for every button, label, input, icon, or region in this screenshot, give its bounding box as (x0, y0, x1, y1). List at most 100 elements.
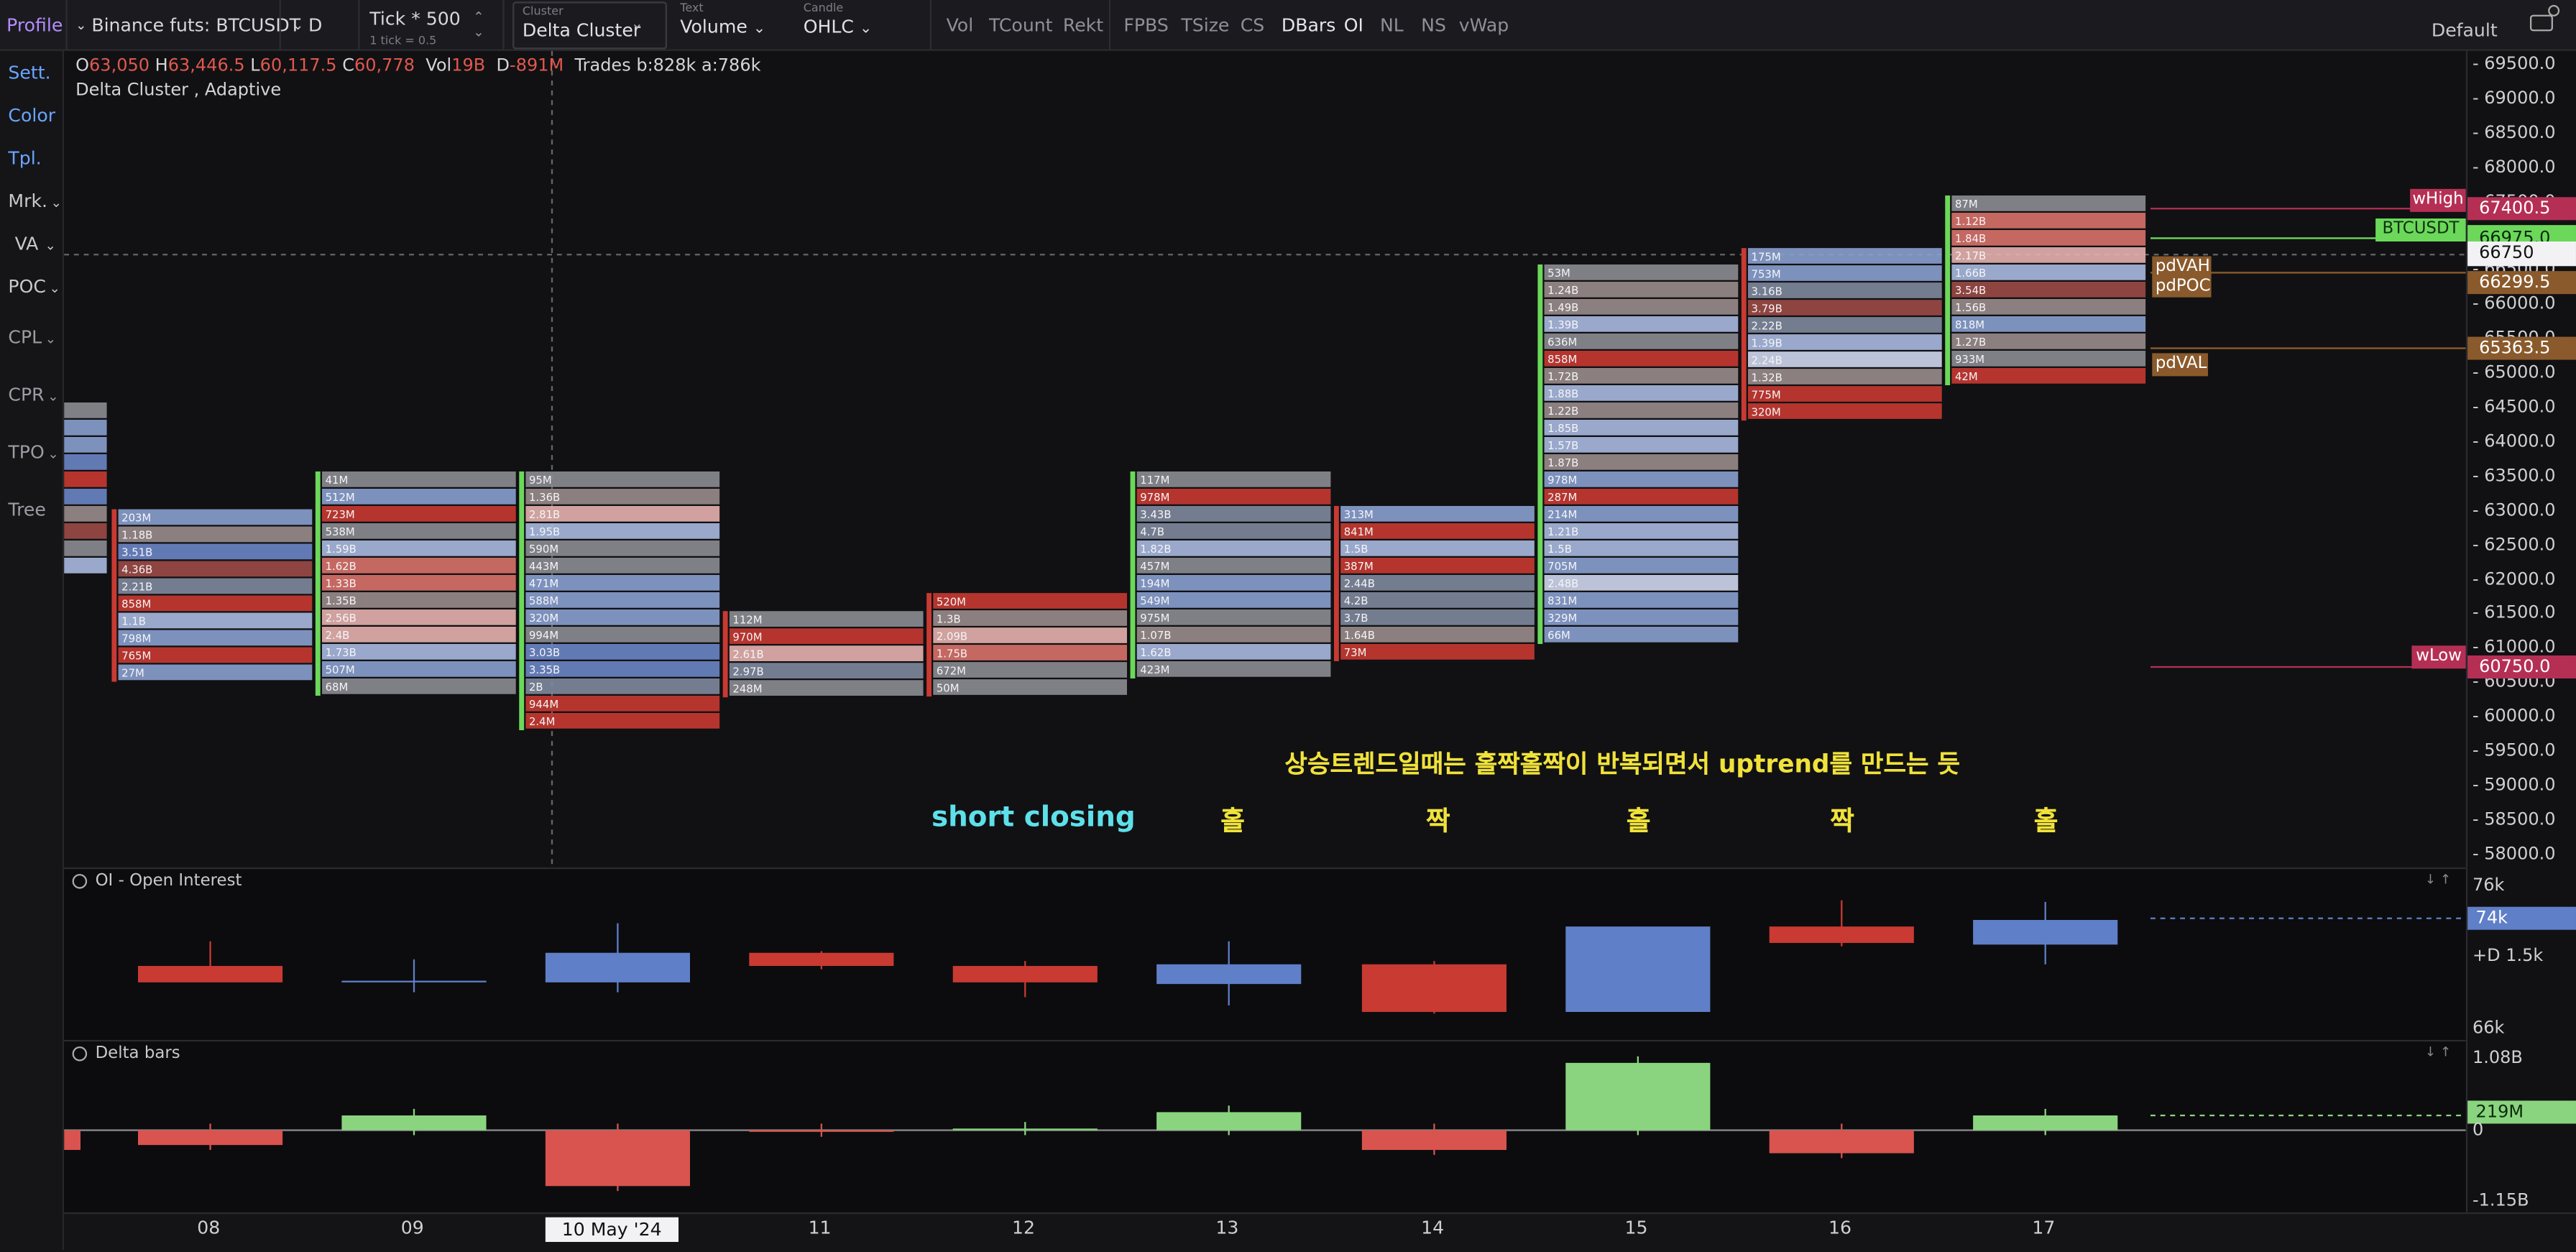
price-tick-label: - 64500.0 (2472, 397, 2556, 418)
sidebar-item-settings[interactable]: Sett. (8, 63, 50, 84)
cluster-cell-label: 2.97B (732, 665, 763, 678)
camera-icon[interactable] (2529, 14, 2553, 32)
cluster-chart: 203M 1.18B 3.51B 4.36B 2.21B 858M 1.1B 798M 765M… (64, 50, 2466, 867)
cluster-cell-label: 423M (1140, 663, 1169, 676)
sidebar-item-va[interactable]: VA ⌄ (15, 234, 56, 255)
tick-label: Tick * 500 (369, 7, 461, 29)
flag-nl[interactable]: NL (1380, 0, 1404, 50)
delta-bar (952, 1128, 1098, 1131)
sidebar-item-tpo[interactable]: TPO ⌄ (8, 442, 58, 464)
flag-vol[interactable]: Vol (947, 0, 974, 50)
flag-vwap[interactable]: vWap (1459, 0, 1509, 50)
delta-pane[interactable] (64, 1039, 2466, 1215)
cluster-cell (321, 471, 516, 487)
cluster-cell-label: 2.4M (529, 715, 555, 728)
sidebar-item-label: VA (14, 233, 39, 255)
oi-pane[interactable] (64, 867, 2466, 1042)
timeframe-selector[interactable]: ⌄ D (293, 0, 323, 50)
high-value: 63,446.5 (167, 55, 245, 76)
time-tick-label: 15 (1624, 1217, 1648, 1239)
candle-selector[interactable]: OHLC ⌄ (804, 17, 873, 38)
volume-label: Vol (426, 55, 452, 76)
flag-rekt[interactable]: Rekt (1063, 0, 1103, 50)
cluster-cell (1340, 540, 1535, 556)
cluster-cell-label: 3.43B (1140, 508, 1171, 521)
mark-even-1: 짝 (1425, 804, 1450, 837)
cluster-cell-label: 1.35B (326, 594, 356, 607)
close-label: C (342, 55, 354, 76)
cluster-cell (1544, 264, 1739, 280)
cluster-cell (64, 557, 107, 574)
left-sidebar: Sett. Color Tpl. Mrk. ⌄ VA ⌄ POC ⌄ CPL ⌄ CPR… (0, 50, 65, 1251)
flag-ns[interactable]: NS (1421, 0, 1446, 50)
sidebar-item-label: POC (8, 275, 46, 298)
cluster-cell-label: 841M (1344, 525, 1374, 538)
main-chart-area[interactable]: 203M 1.18B 3.51B 4.36B 2.21B 858M 1.1B 798M 765M… (64, 50, 2466, 867)
flag-dbars[interactable]: DBars (1282, 0, 1335, 50)
cluster-cell-label: 50M (937, 681, 960, 694)
candle-body (1741, 248, 1747, 421)
flag-tcount[interactable]: TCount (989, 0, 1053, 50)
flag-fpbs[interactable]: FPBS (1123, 0, 1168, 50)
cluster-cell-label: 203M (121, 512, 151, 525)
text-selector[interactable]: Volume ⌄ (680, 17, 765, 38)
sidebar-item-color[interactable]: Color (8, 105, 55, 126)
delta-label: D (496, 55, 510, 76)
gear-icon[interactable] (72, 873, 88, 889)
cluster-cell-label: 1.95B (529, 525, 560, 538)
time-axis[interactable]: 08 09 10 May '24 11 12 13 14 15 16 17 (64, 1212, 2576, 1252)
cluster-cell-label: 3.7B (1344, 612, 1368, 625)
wlow-price-label: 60750.0 (2467, 655, 2576, 678)
collapse-icons[interactable]: ↓ ↑ (2425, 1045, 2451, 1060)
sidebar-item-cpr[interactable]: CPR ⌄ (8, 385, 58, 406)
cluster-cell-label: 1.27B (1955, 336, 1986, 349)
cluster-cell-label: 175M (1752, 250, 1781, 263)
layout-selector[interactable]: Default (2432, 5, 2498, 55)
top-toolbar: Profile ⌄ Binance futs: BTCUSDT ⌄ D Tick… (0, 0, 2576, 51)
sidebar-item-template[interactable]: Tpl. (8, 148, 41, 170)
delta-axis-zero: 0 (2472, 1120, 2484, 1141)
sidebar-item-cpl[interactable]: CPL ⌄ (8, 327, 56, 349)
oi-bar (1156, 964, 1302, 985)
cluster-cell-label: 1.85B (1547, 422, 1578, 435)
price-tick-label: - 69000.0 (2472, 88, 2556, 109)
chevron-down-icon: ⌄ (45, 331, 57, 347)
flag-oi[interactable]: OI (1344, 0, 1363, 50)
oi-bar (545, 952, 690, 982)
time-tick-label: 13 (1215, 1217, 1239, 1239)
sidebar-item-markers[interactable]: Mrk. ⌄ (8, 190, 61, 212)
symbol-selector[interactable]: ⌄ Binance futs: BTCUSDT (75, 0, 300, 50)
gear-icon[interactable] (72, 1046, 88, 1062)
gear-icon[interactable] (2548, 4, 2560, 17)
time-tick-label: 09 (400, 1217, 424, 1239)
cluster-cell-label: 818M (1955, 318, 1984, 331)
price-tick-label: - 68500.0 (2472, 122, 2556, 143)
cluster-cell-label: 3.03B (529, 646, 560, 659)
tick-stepper[interactable]: ⌃ ⌄ (473, 0, 484, 50)
symbol-tag: BTCUSDT (2375, 218, 2466, 241)
cluster-cell-label: 1.88B (1547, 387, 1578, 400)
collapse-icons[interactable]: ↓ ↑ (2425, 873, 2451, 888)
flag-tsize[interactable]: TSize (1181, 0, 1229, 50)
sidebar-item-poc[interactable]: POC ⌄ (8, 276, 60, 298)
cluster-cell-label: 41M (326, 474, 349, 487)
cluster-cell-label: 2.21B (121, 581, 152, 594)
cluster-cell-label: 1.22B (1547, 405, 1578, 418)
oi-pane-title: OI - Open Interest (72, 873, 242, 890)
cluster-cell-label: 590M (529, 543, 558, 556)
price-tick-label: - 63000.0 (2472, 500, 2556, 520)
cluster-cell (64, 505, 107, 522)
cluster-cell-label: 53M (1547, 267, 1570, 280)
cluster-cell-label: 588M (529, 594, 558, 607)
flag-cs[interactable]: CS (1241, 0, 1265, 50)
delta-bar (1156, 1112, 1302, 1131)
cluster-selector[interactable]: Cluster Delta Cluster ⌄ (512, 1, 667, 50)
sidebar-item-tree[interactable]: Tree (8, 500, 45, 521)
oi-axis-top: 76k (2472, 875, 2505, 896)
chevron-down-icon: ⌄ (47, 446, 59, 462)
profile-button[interactable]: Profile (6, 0, 63, 50)
cluster-cell-label: 1.57B (1547, 439, 1578, 452)
price-axis[interactable]: - 69500.0- 69000.0- 68500.0- 68000.0- 67… (2465, 50, 2576, 867)
cluster-cell-label: 2B (529, 681, 543, 694)
time-tick-label: 08 (197, 1217, 221, 1239)
